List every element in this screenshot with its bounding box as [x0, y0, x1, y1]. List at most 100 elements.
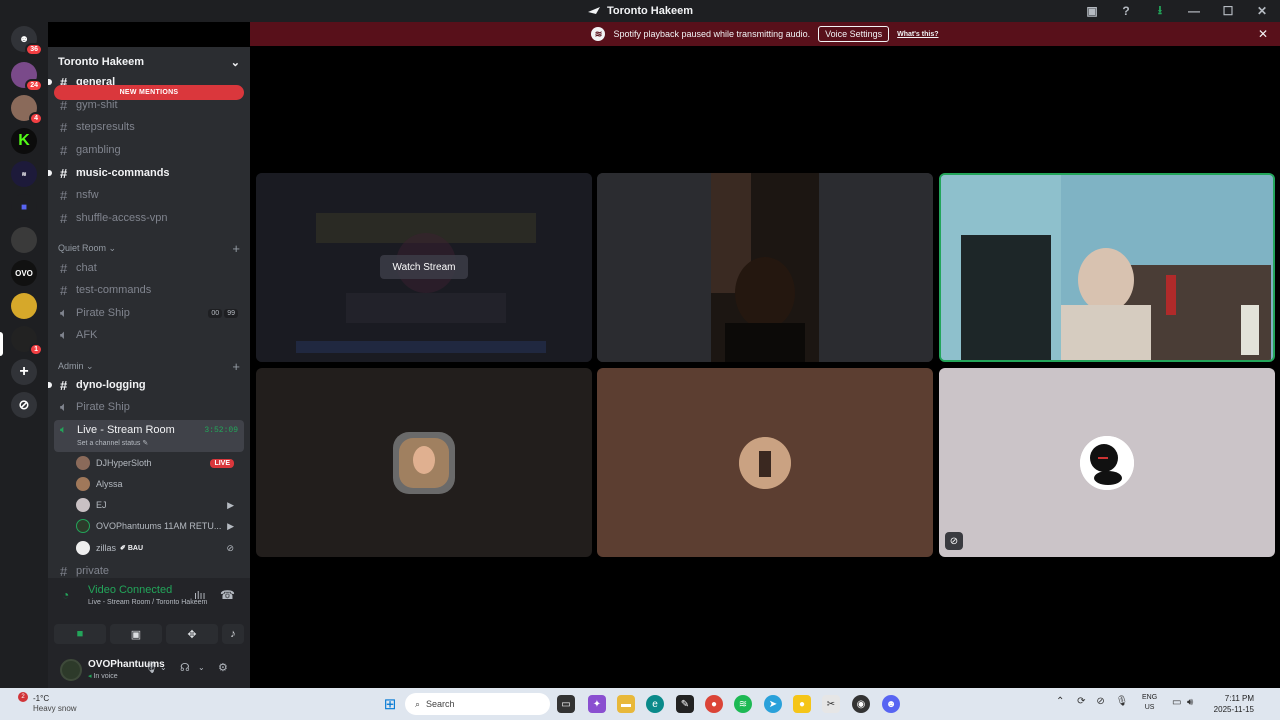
- telegram-icon[interactable]: ➤: [764, 695, 782, 713]
- watch-stream-button[interactable]: Watch Stream: [380, 255, 468, 279]
- microphone-icon[interactable]: 🎙︎: [144, 661, 158, 674]
- copilot-icon[interactable]: ✦: [588, 695, 606, 713]
- sync-icon[interactable]: ⟳: [1077, 696, 1085, 707]
- voice-location[interactable]: Live - Stream Room / Toronto Hakeem: [88, 599, 207, 606]
- user-avatar[interactable]: [60, 659, 82, 681]
- voice-channel-pirate-ship[interactable]: 🔈︎ Pirate Ship 00 99: [54, 303, 244, 323]
- headphones-icon[interactable]: ☊: [180, 661, 190, 674]
- channel-shuffle-access-vpn[interactable]: # shuffle-access-vpn: [54, 208, 244, 228]
- soundboard-button[interactable]: ♪: [222, 624, 244, 644]
- member-zillas[interactable]: zillas ✐ BAU ⊘: [76, 538, 244, 558]
- participant-tile-6[interactable]: ⊘: [939, 368, 1275, 557]
- category-admin[interactable]: Admin ⌄ +: [58, 359, 240, 374]
- whats-this-link[interactable]: What's this?: [897, 31, 938, 38]
- app-icon-2[interactable]: ●: [793, 695, 811, 713]
- snipping-tool-icon[interactable]: ✂: [822, 695, 840, 713]
- discover-icon[interactable]: ⊘: [11, 392, 37, 418]
- chevron-down-icon[interactable]: ⌄: [160, 663, 167, 672]
- add-channel-icon[interactable]: +: [232, 241, 240, 256]
- server-9[interactable]: 1: [11, 326, 43, 356]
- channel-private[interactable]: # private: [54, 565, 244, 577]
- server-8[interactable]: [11, 293, 37, 319]
- channel-status[interactable]: Set a channel status ✎: [77, 439, 148, 447]
- channel-gambling[interactable]: # gambling: [54, 140, 244, 160]
- download-icon[interactable]: ⭳: [1152, 3, 1168, 19]
- channel-gym-shit[interactable]: # gym-shit: [54, 95, 244, 115]
- banner-message: Spotify playback paused while transmitti…: [613, 29, 811, 39]
- maximize-button[interactable]: ☐: [1220, 3, 1236, 19]
- server-2[interactable]: 4: [11, 95, 43, 125]
- voice-channel-pirate-ship-admin[interactable]: 🔈︎ Pirate Ship: [54, 397, 244, 417]
- hash-icon: #: [60, 187, 68, 203]
- weather-badge: 2: [18, 692, 28, 702]
- network-off-icon[interactable]: ⊘: [1096, 696, 1104, 707]
- channel-stepsresults[interactable]: # stepsresults: [54, 117, 244, 137]
- system-tray[interactable]: ⌃ ⟳ ⊘ 🎙︎: [1056, 696, 1128, 707]
- camera-button[interactable]: ■: [54, 624, 106, 644]
- server-7[interactable]: OVO: [11, 260, 37, 286]
- camera-tile-3-speaking[interactable]: [939, 173, 1275, 362]
- language-indicator[interactable]: ENG US: [1142, 693, 1157, 713]
- minimize-button[interactable]: —: [1186, 3, 1202, 19]
- add-server-button[interactable]: +: [11, 359, 37, 385]
- obs-icon[interactable]: ◉: [852, 695, 870, 713]
- discord-taskbar-icon[interactable]: ☻: [882, 695, 900, 713]
- speaker-icon: 🔈︎: [60, 327, 68, 342]
- microphone-icon[interactable]: 🎙︎: [1116, 696, 1129, 707]
- server-6[interactable]: [11, 227, 37, 253]
- channel-label: gambling: [76, 144, 121, 156]
- voice-channel-afk[interactable]: 🔈︎ AFK: [54, 325, 244, 345]
- hash-icon: #: [60, 142, 68, 158]
- spotify-icon[interactable]: ≋: [734, 695, 752, 713]
- video-icon: ▶: [227, 499, 234, 510]
- clock[interactable]: 7:11 PM 2025-11-15: [1206, 693, 1254, 715]
- voice-connection-panel: ◔ Video Connected Live - Stream Room / T…: [48, 578, 250, 688]
- category-quiet-room[interactable]: Quiet Room ⌄ +: [58, 241, 240, 256]
- display-icon[interactable]: ▭: [1172, 697, 1181, 708]
- pencil-icon: ✎: [142, 440, 149, 447]
- signal-icon[interactable]: ◔: [62, 588, 69, 602]
- member-ovophantuums[interactable]: OVOPhantuums 11AM RETU... ▶: [76, 516, 244, 536]
- member-ej[interactable]: EJ ▶: [76, 495, 244, 515]
- app-icon[interactable]: ✎: [676, 695, 694, 713]
- server-3[interactable]: K: [11, 128, 37, 154]
- channel-nsfw[interactable]: # nsfw: [54, 185, 244, 205]
- member-djhypersloth[interactable]: DJHyperSloth LIVE: [76, 453, 244, 473]
- avatar-image: [1080, 435, 1134, 490]
- edge-icon[interactable]: e: [646, 695, 664, 713]
- noise-suppression-icon[interactable]: ılıı: [194, 590, 206, 602]
- close-icon[interactable]: ✕: [1258, 27, 1268, 41]
- camera-tile-2[interactable]: [597, 173, 933, 362]
- chevron-up-icon[interactable]: ⌃: [1056, 696, 1064, 707]
- add-channel-icon[interactable]: +: [232, 359, 240, 374]
- gear-icon[interactable]: ⚙: [218, 661, 228, 674]
- disconnect-icon[interactable]: ☎: [220, 588, 235, 602]
- voice-status: Video Connected: [88, 584, 173, 596]
- server-1[interactable]: 24: [11, 62, 43, 92]
- inbox-icon[interactable]: ▣: [1084, 3, 1100, 19]
- participant-tile-4[interactable]: [256, 368, 592, 557]
- chrome-icon[interactable]: ●: [705, 695, 723, 713]
- channel-dyno-logging[interactable]: # dyno-logging: [48, 375, 244, 395]
- participant-tile-5[interactable]: [597, 368, 933, 557]
- server-4[interactable]: ≋: [11, 161, 37, 187]
- voice-settings-button[interactable]: Voice Settings: [818, 26, 890, 42]
- activities-button[interactable]: ✥: [166, 624, 218, 644]
- channel-chat[interactable]: # chat: [54, 258, 244, 278]
- volume-icon[interactable]: 🔊︎: [1187, 697, 1193, 708]
- member-alyssa[interactable]: Alyssa: [76, 474, 244, 494]
- screenshare-button[interactable]: ▣: [110, 624, 162, 644]
- channel-music-commands[interactable]: # music-commands: [48, 163, 244, 183]
- stream-tile[interactable]: Watch Stream: [256, 173, 592, 362]
- server-folder[interactable]: ■: [11, 194, 37, 220]
- chevron-down-icon[interactable]: ⌄: [198, 663, 205, 672]
- home-button[interactable]: ☻ 36: [11, 26, 43, 56]
- taskbar-search[interactable]: ⌕ Search: [405, 693, 550, 715]
- voice-channel-live-stream-room[interactable]: 🔈︎ Live - Stream Room Set a channel stat…: [54, 420, 244, 452]
- close-button[interactable]: ✕: [1254, 3, 1270, 19]
- channel-test-commands[interactable]: # test-commands: [54, 280, 244, 300]
- task-view-icon[interactable]: ▭: [557, 695, 575, 713]
- help-icon[interactable]: ?: [1118, 3, 1134, 19]
- start-button[interactable]: ⊞: [381, 695, 399, 713]
- file-explorer-icon[interactable]: ▬: [617, 695, 635, 713]
